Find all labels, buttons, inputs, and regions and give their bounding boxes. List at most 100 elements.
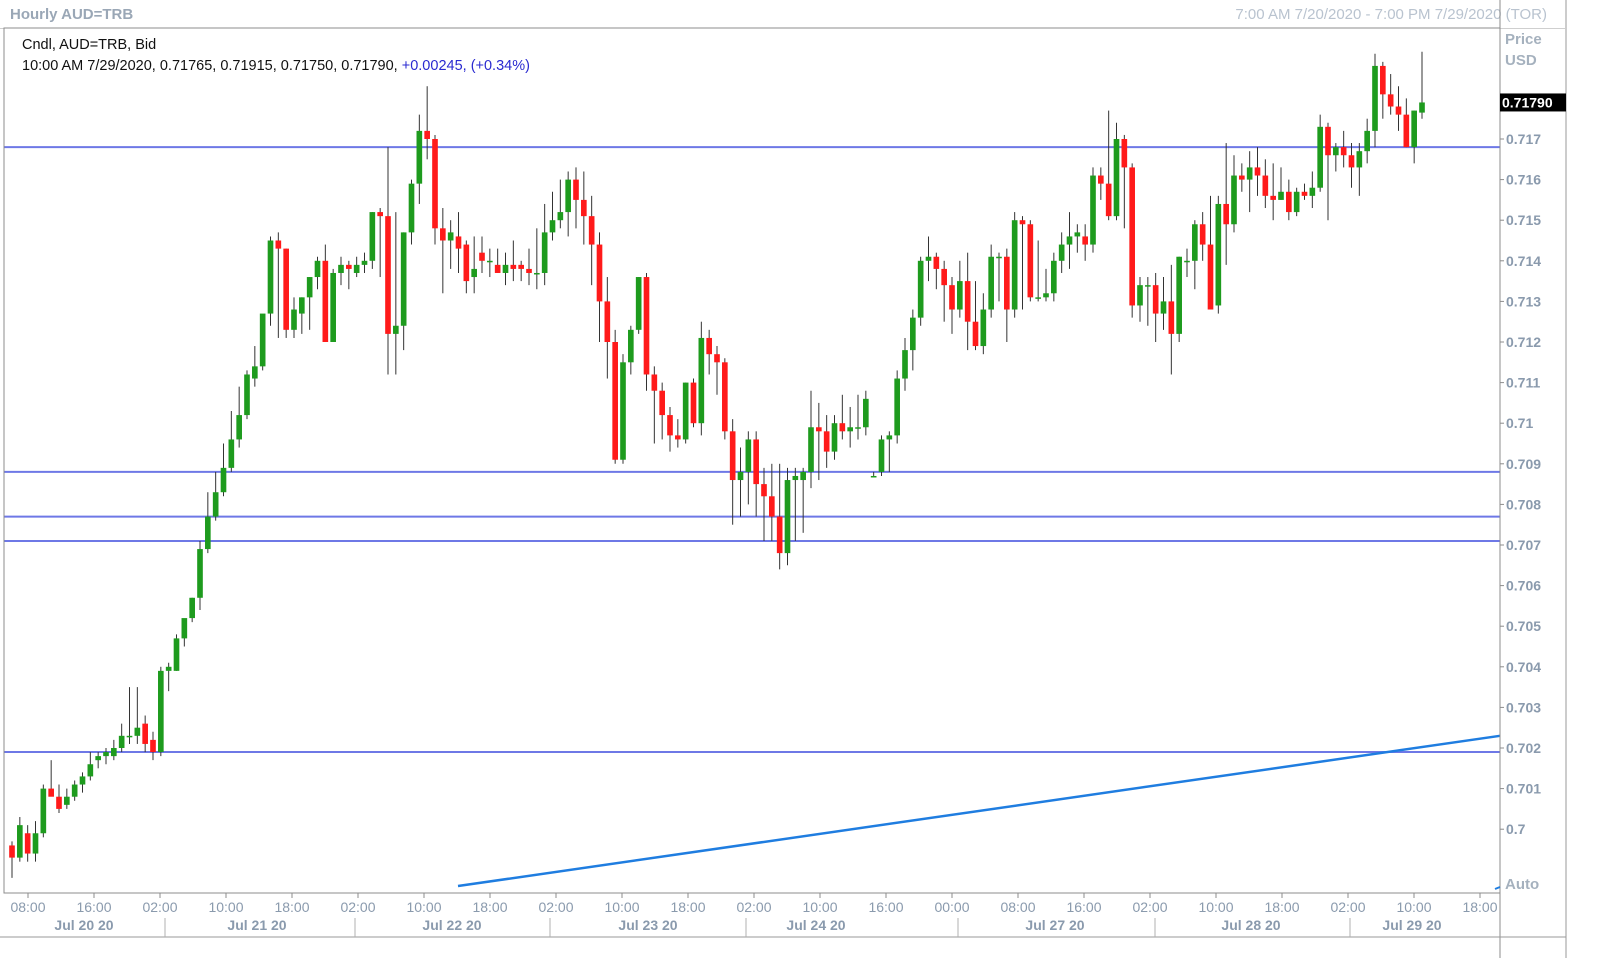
candle-up[interactable] <box>1184 260 1190 263</box>
candle-up[interactable] <box>220 467 227 493</box>
candle-down[interactable] <box>1262 175 1269 196</box>
candle-down[interactable] <box>455 236 462 249</box>
candle-up[interactable] <box>236 415 242 440</box>
candle-up[interactable] <box>1411 110 1417 148</box>
candle-down[interactable] <box>1207 244 1214 310</box>
candle-up[interactable] <box>745 439 752 472</box>
candle-down[interactable] <box>526 268 532 273</box>
candle-down[interactable] <box>573 179 579 200</box>
candle-up[interactable] <box>158 670 164 753</box>
candle-down[interactable] <box>1129 167 1135 306</box>
candle-up[interactable] <box>1176 256 1182 334</box>
candle-down[interactable] <box>1082 236 1088 245</box>
candle-up[interactable] <box>330 272 336 342</box>
candle-up[interactable] <box>95 756 101 761</box>
candle-up[interactable] <box>737 471 744 481</box>
candle-up[interactable] <box>1043 293 1049 298</box>
candle-down[interactable] <box>1387 94 1394 107</box>
candle-down[interactable] <box>48 788 54 797</box>
candle-down[interactable] <box>385 216 391 334</box>
candle-up[interactable] <box>1011 220 1018 310</box>
candle-down[interactable] <box>346 264 352 269</box>
candle-down[interactable] <box>1239 175 1245 180</box>
candle-down[interactable] <box>322 260 329 342</box>
candle-up[interactable] <box>447 232 454 241</box>
candle-up[interactable] <box>1333 147 1339 156</box>
candle-up[interactable] <box>1356 151 1363 168</box>
candle-up[interactable] <box>1317 126 1323 188</box>
candle-up[interactable] <box>1246 167 1253 180</box>
candle-down[interactable] <box>1380 65 1386 95</box>
candle-up[interactable] <box>1137 285 1143 306</box>
candle-up[interactable] <box>1293 191 1300 213</box>
candle-up[interactable] <box>1145 285 1151 287</box>
candle-down[interactable] <box>933 256 940 269</box>
candle-up[interactable] <box>314 260 321 278</box>
candle-up[interactable] <box>400 232 407 326</box>
candle-up[interactable] <box>228 439 235 468</box>
candle-down[interactable] <box>722 362 728 432</box>
candle-down[interactable] <box>463 244 470 282</box>
candle-up[interactable] <box>71 784 78 797</box>
candle-down[interactable] <box>941 268 947 286</box>
candle-down[interactable] <box>518 264 524 269</box>
candle-down[interactable] <box>1270 195 1276 200</box>
candle-up[interactable] <box>847 427 853 432</box>
candle-up[interactable] <box>353 264 360 273</box>
candle-down[interactable] <box>659 390 665 416</box>
candle-up[interactable] <box>1074 232 1081 237</box>
candle-up[interactable] <box>181 618 188 639</box>
candle-down[interactable] <box>753 439 759 485</box>
candle-up[interactable] <box>902 350 908 379</box>
candle-up[interactable] <box>698 337 705 424</box>
candle-down[interactable] <box>1199 224 1206 245</box>
candle-up[interactable] <box>361 260 368 265</box>
candle-down[interactable] <box>823 431 830 452</box>
candle-up[interactable] <box>1372 65 1378 131</box>
candle-up[interactable] <box>189 597 195 619</box>
candle-down[interactable] <box>1019 220 1026 225</box>
candle-down[interactable] <box>377 212 383 217</box>
candle-up[interactable] <box>620 362 626 460</box>
candle-down[interactable] <box>1121 139 1128 168</box>
candle-down[interactable] <box>1152 285 1159 314</box>
candle-down[interactable] <box>667 415 673 436</box>
candle-up[interactable] <box>393 325 399 334</box>
candle-up[interactable] <box>1419 102 1425 113</box>
candle-up[interactable] <box>1309 187 1316 196</box>
candle-down[interactable] <box>651 374 658 391</box>
candle-down[interactable] <box>839 423 846 432</box>
candle-up[interactable] <box>635 277 642 330</box>
candle-up[interactable] <box>17 825 23 858</box>
candle-up[interactable] <box>1364 130 1370 152</box>
candle-up[interactable] <box>32 833 39 854</box>
candle-down[interactable] <box>769 496 775 517</box>
candle-up[interactable] <box>1192 224 1198 261</box>
candle-up[interactable] <box>910 317 916 351</box>
candle-up[interactable] <box>988 256 994 310</box>
candle-up[interactable] <box>996 256 1002 259</box>
candle-down[interactable] <box>816 427 822 432</box>
candle-up[interactable] <box>855 427 861 429</box>
candle-up[interactable] <box>471 268 477 278</box>
candle-down[interactable] <box>581 199 587 217</box>
candle-down[interactable] <box>432 139 438 229</box>
candle-up[interactable] <box>1215 203 1222 306</box>
candle-down[interactable] <box>714 354 720 363</box>
candle-down[interactable] <box>479 252 485 261</box>
candle-down[interactable] <box>1254 167 1261 176</box>
candle-down[interactable] <box>424 130 430 139</box>
candle-up[interactable] <box>197 549 203 598</box>
candle-down[interactable] <box>1340 147 1347 156</box>
candle-up[interactable] <box>408 183 415 233</box>
candle-down[interactable] <box>142 723 148 744</box>
candle-up[interactable] <box>917 260 924 318</box>
candle-up[interactable] <box>784 480 791 554</box>
candle-up[interactable] <box>306 277 313 298</box>
candle-down[interactable] <box>1105 183 1112 217</box>
candle-up[interactable] <box>87 764 94 777</box>
candle-up[interactable] <box>40 788 47 834</box>
candle-up[interactable] <box>534 272 540 275</box>
candle-up[interactable] <box>1160 301 1167 314</box>
candle-down[interactable] <box>588 216 595 245</box>
